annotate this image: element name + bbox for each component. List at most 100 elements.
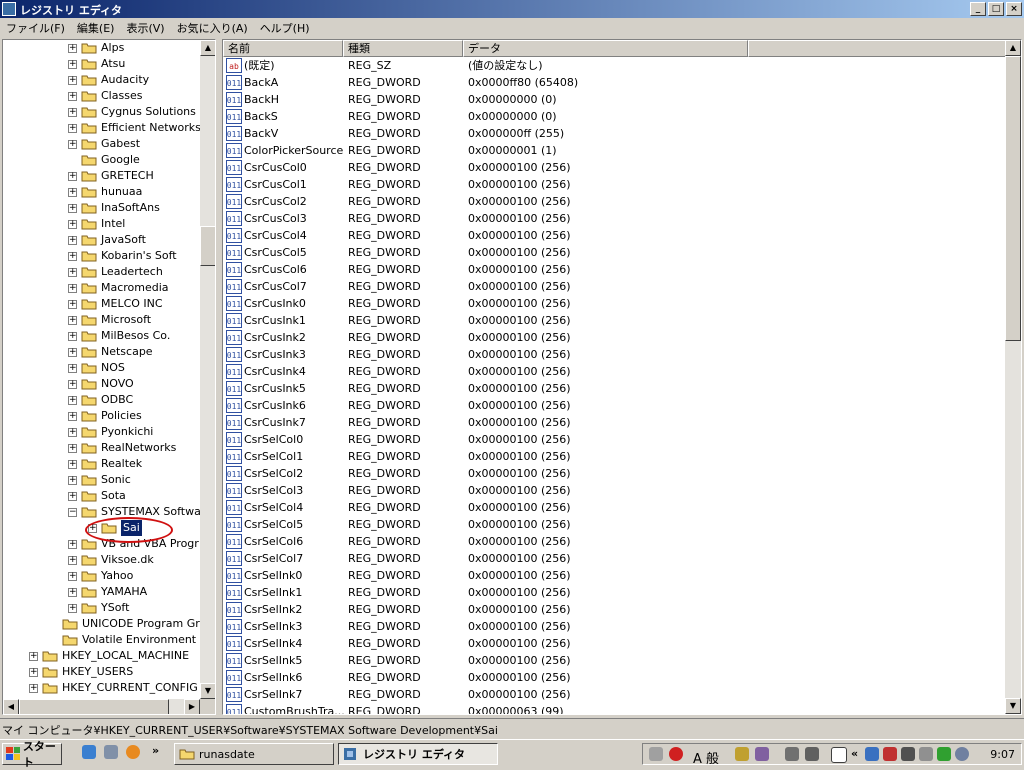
network-disconnected-icon[interactable] [883, 747, 897, 761]
tree-vertical-scrollbar[interactable]: ▲ ▼ [200, 40, 215, 699]
expand-toggle-icon[interactable]: + [68, 331, 77, 341]
tree-item[interactable]: + Efficient Networks [68, 120, 200, 136]
tree-item[interactable]: + Gabest [68, 136, 140, 152]
expand-toggle-icon[interactable]: + [68, 203, 77, 213]
value-row[interactable]: 011 CsrSelInk6 REG_DWORD 0x00000100 (256) [223, 669, 1005, 686]
tree-item[interactable]: + Leadertech [68, 264, 163, 280]
media-quicklaunch-icon[interactable] [126, 745, 140, 759]
tree-item[interactable]: + Pyonkichi [68, 424, 153, 440]
ie-quicklaunch-icon[interactable] [82, 745, 96, 759]
value-row[interactable]: 011 CsrSelCol2 REG_DWORD 0x00000100 (256) [223, 465, 1005, 482]
title-bar[interactable]: レジストリ エディタ _ □ × [0, 0, 1024, 18]
list-scroll-up-button[interactable]: ▲ [1005, 40, 1021, 56]
value-row[interactable]: 011 CsrCusInk0 REG_DWORD 0x00000100 (256) [223, 295, 1005, 312]
value-row[interactable]: 011 CsrCusCol2 REG_DWORD 0x00000100 (256) [223, 193, 1005, 210]
column-header-data[interactable]: データ [463, 40, 748, 57]
expand-toggle-icon[interactable]: + [68, 91, 77, 101]
value-row[interactable]: 011 CsrCusInk7 REG_DWORD 0x00000100 (256) [223, 414, 1005, 431]
expand-toggle-icon[interactable]: + [68, 571, 77, 581]
volume-icon[interactable] [901, 747, 915, 761]
keyboard-icon[interactable] [649, 747, 663, 761]
expand-toggle-icon[interactable]: + [68, 379, 77, 389]
minimize-button[interactable]: _ [970, 2, 986, 16]
tree-item[interactable]: + RealNetworks [68, 440, 176, 456]
expand-toggle-icon[interactable]: + [68, 539, 77, 549]
tree-item[interactable]: + Alps [68, 40, 124, 56]
expand-toggle-icon[interactable]: + [68, 139, 77, 149]
value-row[interactable]: 011 ColorPickerSource REG_DWORD 0x00000001 … [223, 142, 1005, 159]
expand-toggle-icon[interactable]: + [68, 427, 77, 437]
value-row[interactable]: 011 CsrSelInk0 REG_DWORD 0x00000100 (256) [223, 567, 1005, 584]
expand-toggle-icon[interactable]: + [68, 491, 77, 501]
value-row[interactable]: 011 CsrSelCol0 REG_DWORD 0x00000100 (256) [223, 431, 1005, 448]
menu-help[interactable]: ヘルプ(H) [254, 18, 316, 37]
value-row[interactable]: 011 CsrCusCol0 REG_DWORD 0x00000100 (256) [223, 159, 1005, 176]
expand-toggle-icon[interactable]: + [68, 603, 77, 613]
expand-toggle-icon[interactable]: + [68, 75, 77, 85]
tree-item[interactable]: + Viksoe.dk [68, 552, 154, 568]
tree-item[interactable]: + HKEY_CURRENT_CONFIG [29, 680, 198, 696]
tree-item[interactable]: + Atsu [68, 56, 125, 72]
value-row[interactable]: 011 CsrSelInk1 REG_DWORD 0x00000100 (256) [223, 584, 1005, 601]
tree-item[interactable]: UNICODE Program Gro [49, 616, 200, 632]
menu-favorites[interactable]: お気に入り(A) [171, 18, 254, 37]
regedit-app-icon[interactable] [2, 2, 16, 16]
value-row[interactable]: 011 CsrSelInk3 REG_DWORD 0x00000100 (256) [223, 618, 1005, 635]
tree-item[interactable]: + NOVO [68, 376, 134, 392]
tree-hscroll-thumb[interactable] [19, 699, 169, 714]
value-row[interactable]: 011 CsrSelCol3 REG_DWORD 0x00000100 (256) [223, 482, 1005, 499]
tray-chevron[interactable]: « [851, 747, 858, 760]
tray-app-icon-2[interactable] [755, 747, 769, 761]
network-icon[interactable] [865, 747, 879, 761]
tree-scroll-down-button[interactable]: ▼ [200, 683, 215, 699]
tree-item[interactable]: + MELCO INC [68, 296, 163, 312]
value-row[interactable]: 011 CsrSelCol6 REG_DWORD 0x00000100 (256) [223, 533, 1005, 550]
expand-toggle-icon[interactable]: + [68, 411, 77, 421]
value-row[interactable]: 011 CustomBrushTra... REG_DWORD 0x00000063 … [223, 703, 1005, 714]
tree-item[interactable]: + MilBesos Co. [68, 328, 170, 344]
expand-toggle-icon[interactable]: + [68, 171, 77, 181]
value-row[interactable]: 011 CsrCusInk3 REG_DWORD 0x00000100 (256) [223, 346, 1005, 363]
tree-item[interactable]: + HKEY_LOCAL_MACHINE [29, 648, 189, 664]
tree-item[interactable]: + GRETECH [68, 168, 154, 184]
value-row[interactable]: 011 CsrCusCol6 REG_DWORD 0x00000100 (256) [223, 261, 1005, 278]
value-row[interactable]: 011 BackS REG_DWORD 0x00000000 (0) [223, 108, 1005, 125]
tree-item[interactable]: + Cygnus Solutions [68, 104, 196, 120]
tree-item[interactable]: + YSoft [68, 600, 129, 616]
value-row[interactable]: 011 CsrCusInk4 REG_DWORD 0x00000100 (256) [223, 363, 1005, 380]
tray-app-icon-5[interactable] [955, 747, 969, 761]
menu-edit[interactable]: 編集(E) [71, 18, 121, 37]
task-runasdate[interactable]: runasdate [174, 743, 334, 765]
list-scroll-thumb[interactable] [1005, 56, 1021, 341]
expand-toggle-icon[interactable]: + [68, 363, 77, 373]
tree-item[interactable]: + Macromedia [68, 280, 169, 296]
value-row[interactable]: 011 BackH REG_DWORD 0x00000000 (0) [223, 91, 1005, 108]
value-row[interactable]: 011 CsrSelInk5 REG_DWORD 0x00000100 (256) [223, 652, 1005, 669]
tree-item[interactable]: + Intel [68, 216, 125, 232]
tree-item[interactable]: + Audacity [68, 72, 149, 88]
expand-toggle-icon[interactable]: + [68, 443, 77, 453]
expand-toggle-icon[interactable]: + [68, 107, 77, 117]
tree-item[interactable]: Volatile Environment [49, 632, 196, 648]
tree-item[interactable]: + Kobarin's Soft [68, 248, 177, 264]
expand-toggle-icon[interactable]: + [29, 683, 38, 693]
expand-toggle-icon[interactable]: + [68, 187, 77, 197]
tree-item[interactable]: + YAMAHA [68, 584, 147, 600]
tray-app-icon-4[interactable] [919, 747, 933, 761]
expand-toggle-icon[interactable]: + [68, 251, 77, 261]
ime-icon[interactable] [669, 747, 683, 761]
column-header-type[interactable]: 種類 [343, 40, 463, 57]
tree-item[interactable]: + Yahoo [68, 568, 133, 584]
registry-values-list[interactable]: 名前 種類 データ ab (既定) REG_SZ (値の設定なし) 011 BackA RE… [222, 39, 1022, 715]
close-button[interactable]: × [1006, 2, 1022, 16]
tree-item[interactable]: + Microsoft [68, 312, 151, 328]
tree-item[interactable]: + Classes [68, 88, 142, 104]
value-row[interactable]: 011 CsrSelCol1 REG_DWORD 0x00000100 (256) [223, 448, 1005, 465]
expand-toggle-icon[interactable]: + [68, 555, 77, 565]
expand-toggle-icon[interactable]: + [68, 459, 77, 469]
value-row[interactable]: 011 CsrCusCol4 REG_DWORD 0x00000100 (256) [223, 227, 1005, 244]
list-scroll-down-button[interactable]: ▼ [1005, 698, 1021, 714]
tree-item[interactable]: + Netscape [68, 344, 153, 360]
expand-toggle-icon[interactable]: + [68, 395, 77, 405]
value-row[interactable]: 011 CsrSelCol5 REG_DWORD 0x00000100 (256) [223, 516, 1005, 533]
